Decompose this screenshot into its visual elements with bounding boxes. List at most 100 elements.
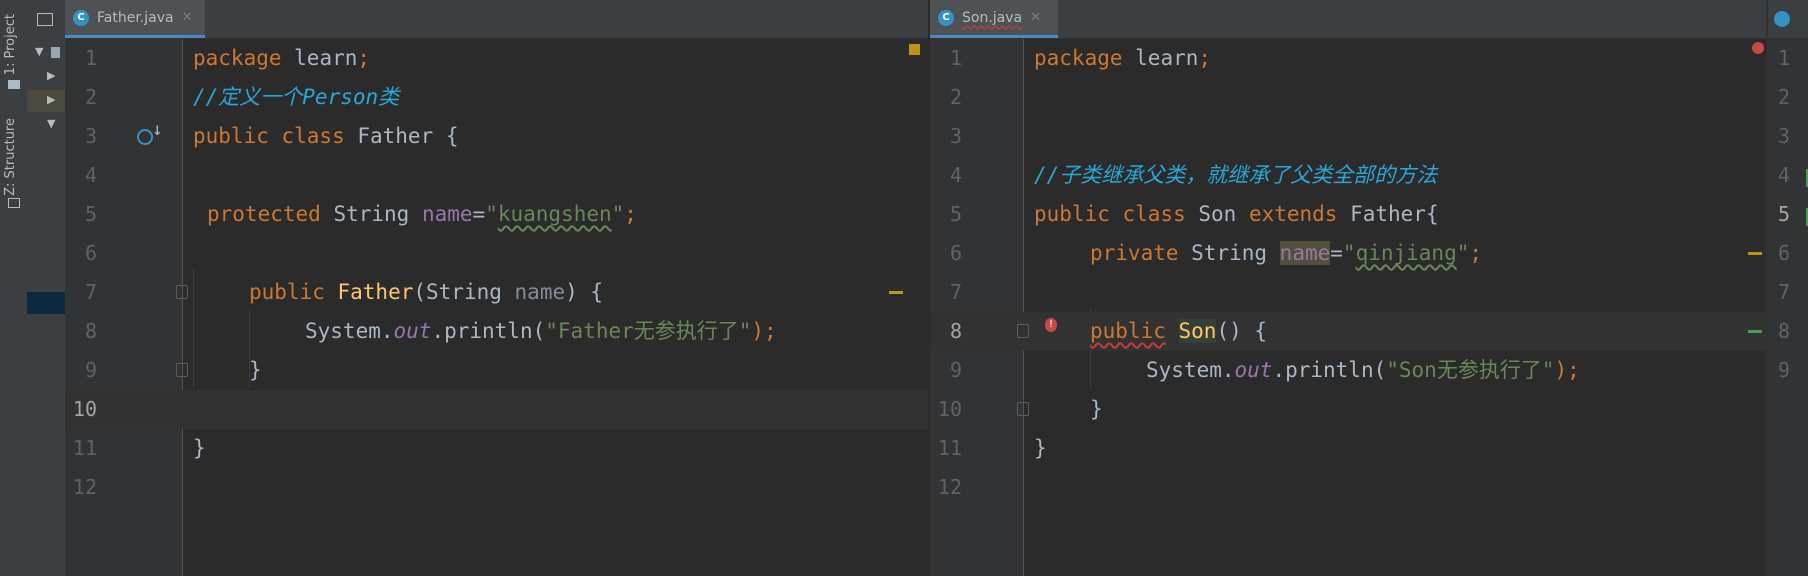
change-marker[interactable] — [1748, 330, 1762, 333]
tab-father-java[interactable]: C Father.java ✕ — [65, 0, 205, 38]
tree-row-selected[interactable]: ▶ — [27, 90, 65, 112]
chevron-right-icon[interactable]: ▶ — [47, 69, 55, 82]
semicolon: ; — [1469, 241, 1483, 265]
project-tool-tab[interactable]: 1: Project — [3, 14, 18, 75]
line-number: 6 — [949, 241, 962, 265]
line-number: 7 — [949, 280, 962, 304]
line-number: 5 — [84, 202, 97, 226]
close-icon[interactable]: ✕ — [182, 10, 193, 25]
chevron-down-icon[interactable]: ▼ — [35, 45, 43, 58]
fold-end-icon[interactable] — [176, 363, 188, 377]
warning-marker[interactable] — [889, 291, 903, 294]
structure-tool-tab[interactable]: Z: Structure — [3, 118, 18, 196]
code-line: 5 public class Son extends Father{ — [930, 195, 1766, 234]
string-literal: qinjiang — [1355, 241, 1457, 265]
field-name: name — [1279, 241, 1331, 265]
semicolon: ; — [357, 46, 371, 70]
error-bulb-icon[interactable]: ! — [1045, 318, 1057, 332]
editor-tab-bar: C Son.java ✕ — [930, 0, 1766, 39]
close-icon[interactable]: ✕ — [1030, 10, 1041, 25]
quote: " — [1342, 241, 1356, 265]
line-number: 2 — [1778, 85, 1791, 109]
code-text: (String — [413, 280, 515, 304]
keyword: public — [1034, 202, 1110, 226]
tree-row[interactable]: ▶ — [27, 66, 65, 88]
chevron-right-icon[interactable]: ▶ — [47, 93, 55, 106]
chevron-down-icon[interactable]: ▼ — [47, 117, 55, 130]
operator: = — [1330, 241, 1343, 265]
line-number: 9 — [949, 358, 962, 382]
quote: " — [1456, 241, 1470, 265]
file-icon — [51, 47, 60, 58]
quote: " — [611, 202, 625, 226]
code-line: 12 — [930, 468, 1766, 507]
code-area[interactable]: 1 package learn; 2 3 4 //子类继承父类，就继承了父类全部… — [930, 39, 1766, 576]
code-line: 2 — [930, 78, 1766, 117]
code-text: System. — [1146, 358, 1235, 382]
line-number: 7 — [1778, 280, 1791, 304]
code-line: 3 ↓ public class Father { — [65, 117, 928, 156]
line-number: 1 — [1778, 46, 1791, 70]
code-text: ); — [751, 319, 777, 343]
fold-end-icon[interactable] — [1017, 402, 1029, 416]
line-number: 9 — [1778, 358, 1791, 382]
editor-third-partial[interactable]: 1 2 3 4 5 6 7 8 9 — [1766, 0, 1808, 576]
fold-icon[interactable] — [1017, 324, 1029, 338]
code-text: learn — [1122, 46, 1199, 70]
line-number: 8 — [949, 319, 962, 343]
error-indicator-icon[interactable] — [1752, 42, 1764, 54]
arrow-down-icon: ↓ — [152, 119, 163, 140]
code-text: } — [1034, 436, 1047, 460]
line-number: 6 — [1778, 241, 1791, 265]
code-line: 4 //子类继承父类，就继承了父类全部的方法 — [930, 156, 1766, 195]
keyword: extends — [1248, 202, 1338, 226]
keyword: private — [1090, 241, 1179, 265]
keyword: public — [249, 280, 325, 304]
folder-icon — [8, 80, 20, 89]
code-text: } — [1090, 397, 1103, 421]
code-line: 1 package learn; — [65, 39, 928, 78]
type: String — [320, 202, 422, 226]
line-number: 4 — [1778, 163, 1791, 187]
line-number: 8 — [1778, 319, 1791, 343]
line-number: 6 — [84, 241, 97, 265]
keyword: class — [268, 124, 345, 148]
comment: //定义一个Person类 — [193, 85, 400, 109]
static-field: out — [1234, 358, 1273, 382]
code-text: System. — [305, 319, 394, 343]
line-number: 12 — [937, 475, 962, 499]
class-name: Son — [1185, 202, 1249, 226]
warning-indicator-icon[interactable] — [909, 44, 920, 55]
project-panel: ▼ ▶ ▶ ▼ — [27, 0, 65, 576]
java-class-icon[interactable] — [1774, 11, 1790, 27]
editor-father[interactable]: C Father.java ✕ 1 package learn; 2 //定义一… — [65, 0, 928, 576]
warning-marker[interactable] — [1748, 252, 1762, 255]
comment: //子类继承父类，就继承了父类全部的方法 — [1034, 163, 1438, 187]
code-text: learn — [281, 46, 358, 70]
tab-son-java[interactable]: C Son.java ✕ — [930, 0, 1058, 38]
code-text: .println( — [431, 319, 546, 343]
line-number: 3 — [949, 124, 962, 148]
line-number: 11 — [937, 436, 962, 460]
keyword: package — [1034, 46, 1123, 70]
code-area[interactable]: 1 package learn; 2 //定义一个Person类 3 ↓ pub… — [65, 39, 928, 576]
code-line: 5 protected String name="kuangshen"; — [65, 195, 928, 234]
editor-son[interactable]: C Son.java ✕ 1 package learn; 2 3 4 //子类… — [930, 0, 1766, 576]
code-line: 3 — [930, 117, 1766, 156]
keyword: protected — [207, 202, 321, 226]
keyword: package — [193, 46, 282, 70]
string-literal: kuangshen — [497, 202, 612, 226]
code-text: ); — [1554, 358, 1580, 382]
tree-row[interactable]: ▼ — [27, 42, 65, 64]
code-line: 9 } — [65, 351, 928, 390]
overridden-method-icon[interactable] — [137, 129, 153, 145]
code-line: 8 System.out.println("Father无参执行了"); — [65, 312, 928, 351]
code-text: ) { — [565, 280, 604, 304]
code-line: 7 — [930, 273, 1766, 312]
string-literal: "Father无参执行了" — [545, 319, 752, 343]
tree-row[interactable]: ▼ — [27, 114, 65, 136]
panel-layout-icon[interactable] — [37, 13, 53, 26]
tree-row-focused[interactable] — [27, 292, 65, 314]
fold-icon[interactable] — [176, 285, 188, 299]
static-field: out — [393, 319, 432, 343]
